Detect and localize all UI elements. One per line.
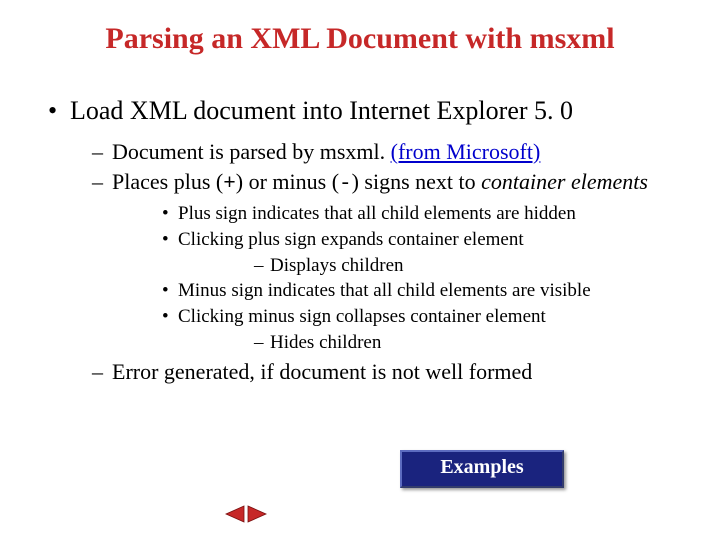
places-post: ) signs next to [352,169,482,194]
sub-click-minus-text: Clicking minus sign collapses container … [178,306,546,327]
link-from-microsoft[interactable]: (from Microsoft) [391,139,541,164]
sub-minus-visible: Minus sign indicates that all child elem… [112,279,690,303]
slide: Parsing an XML Document with msxml Load … [0,0,720,540]
minus-sign-glyph: - [339,173,352,196]
places-pre: Places plus ( [112,169,223,194]
sub-parsed-by-msxml: Document is parsed by msxml. (from Micro… [70,138,690,166]
sub-places-plus-minus: Places plus (+) or minus (-) signs next … [70,168,690,355]
bullet-load-xml-text: Load XML document into Internet Explorer… [70,96,573,125]
bullet-load-xml: Load XML document into Internet Explorer… [48,95,690,385]
bullet-list-level1: Load XML document into Internet Explorer… [48,95,690,385]
sub-click-plus-expands: Clicking plus sign expands container ele… [112,228,690,278]
container-elements-italic: container elements [481,169,648,194]
bullet-list-level4a: Displays children [178,254,690,278]
sub-displays-children: Displays children [178,254,690,278]
bullet-list-level3: Plus sign indicates that all child eleme… [112,202,690,355]
plus-sign-glyph: + [223,173,236,196]
sub-click-minus-collapses: Clicking minus sign collapses container … [112,305,690,355]
slide-body: Load XML document into Internet Explorer… [48,95,690,391]
next-arrow-icon[interactable] [247,505,267,523]
bullet-list-level2: Document is parsed by msxml. (from Micro… [70,138,690,386]
sub-click-plus-text: Clicking plus sign expands container ele… [178,229,524,250]
prev-arrow-icon[interactable] [225,505,245,523]
sub-hides-children: Hides children [178,331,690,355]
slide-title: Parsing an XML Document with msxml [0,22,720,56]
sub-parsed-text: Document is parsed by msxml. [112,139,391,164]
nav-controls [225,505,267,523]
sub-error-generated: Error generated, if document is not well… [70,358,690,386]
sub-plus-hidden: Plus sign indicates that all child eleme… [112,202,690,226]
bullet-list-level4b: Hides children [178,331,690,355]
places-mid: ) or minus ( [236,169,339,194]
examples-button[interactable]: Examples [400,450,564,488]
